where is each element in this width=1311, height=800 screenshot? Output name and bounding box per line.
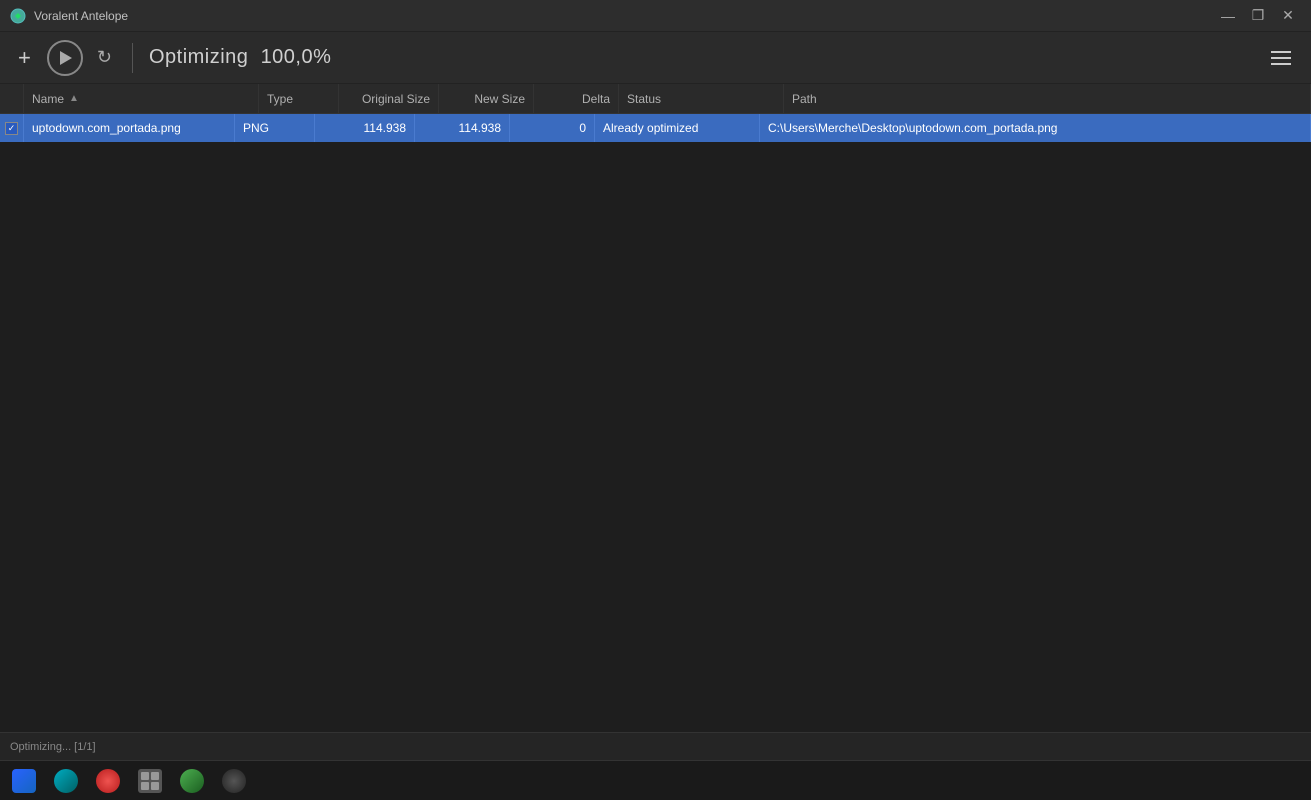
play-button[interactable] bbox=[47, 40, 83, 76]
th-delta[interactable]: Delta bbox=[534, 84, 619, 113]
title-bar-left: Voralent Antelope bbox=[10, 8, 128, 24]
play-icon bbox=[60, 51, 72, 65]
minimize-button[interactable]: — bbox=[1215, 6, 1241, 26]
th-type[interactable]: Type bbox=[259, 84, 339, 113]
toolbar-divider bbox=[132, 43, 133, 73]
taskbar-item-teal[interactable] bbox=[46, 763, 86, 799]
menu-button[interactable] bbox=[1263, 47, 1299, 69]
green-app-icon bbox=[180, 769, 204, 793]
dark-app-icon bbox=[222, 769, 246, 793]
hamburger-line-3 bbox=[1271, 63, 1291, 65]
window-title: Voralent Antelope bbox=[34, 9, 128, 23]
td-name: uptodown.com_portada.png bbox=[24, 114, 235, 142]
add-button[interactable]: + bbox=[12, 45, 37, 71]
status-left: Optimizing... [1/1] bbox=[10, 741, 96, 753]
td-new-size: 114.938 bbox=[415, 114, 510, 142]
td-original-size: 114.938 bbox=[315, 114, 415, 142]
taskbar-item-dark[interactable] bbox=[214, 763, 254, 799]
refresh-button[interactable]: ↻ bbox=[93, 43, 116, 72]
restore-button[interactable]: ❐ bbox=[1245, 6, 1271, 26]
taskbar-item-grid[interactable] bbox=[130, 763, 170, 799]
td-path: C:\Users\Merche\Desktop\uptodown.com_por… bbox=[760, 114, 1311, 142]
th-status[interactable]: Status bbox=[619, 84, 784, 113]
hamburger-line-1 bbox=[1271, 51, 1291, 53]
table-row[interactable]: ✓ uptodown.com_portada.png PNG 114.938 1… bbox=[0, 114, 1311, 142]
taskbar-item-red[interactable] bbox=[88, 763, 128, 799]
teal-app-icon bbox=[54, 769, 78, 793]
app-icon bbox=[10, 8, 26, 24]
sort-arrow-name: ▲ bbox=[69, 93, 79, 104]
td-delta: 0 bbox=[510, 114, 595, 142]
table-header: Name ▲ Type Original Size New Size Delta… bbox=[0, 84, 1311, 114]
taskbar-item-blue[interactable] bbox=[4, 763, 44, 799]
th-checkbox bbox=[0, 84, 24, 113]
td-status: Already optimized bbox=[595, 114, 760, 142]
th-path[interactable]: Path bbox=[784, 84, 1311, 113]
toolbar-title: Optimizing 100,0% bbox=[149, 46, 1253, 69]
th-name[interactable]: Name ▲ bbox=[24, 84, 259, 113]
hamburger-line-2 bbox=[1271, 57, 1291, 59]
title-bar: Voralent Antelope — ❐ ✕ bbox=[0, 0, 1311, 32]
status-bar: Optimizing... [1/1] bbox=[0, 732, 1311, 760]
checkbox-checked: ✓ bbox=[5, 122, 18, 135]
table-body: ✓ uptodown.com_portada.png PNG 114.938 1… bbox=[0, 114, 1311, 732]
taskbar bbox=[0, 760, 1311, 800]
blue-app-icon bbox=[12, 769, 36, 793]
title-bar-controls: — ❐ ✕ bbox=[1215, 6, 1301, 26]
close-button[interactable]: ✕ bbox=[1275, 6, 1301, 26]
grid-app-icon bbox=[138, 769, 162, 793]
th-original-size[interactable]: Original Size bbox=[339, 84, 439, 113]
red-app-icon bbox=[96, 769, 120, 793]
td-checkbox[interactable]: ✓ bbox=[0, 114, 24, 142]
status-text: Optimizing... [1/1] bbox=[10, 741, 96, 753]
table-container: Name ▲ Type Original Size New Size Delta… bbox=[0, 84, 1311, 732]
taskbar-item-green[interactable] bbox=[172, 763, 212, 799]
toolbar: + ↻ Optimizing 100,0% bbox=[0, 32, 1311, 84]
th-new-size[interactable]: New Size bbox=[439, 84, 534, 113]
td-type: PNG bbox=[235, 114, 315, 142]
